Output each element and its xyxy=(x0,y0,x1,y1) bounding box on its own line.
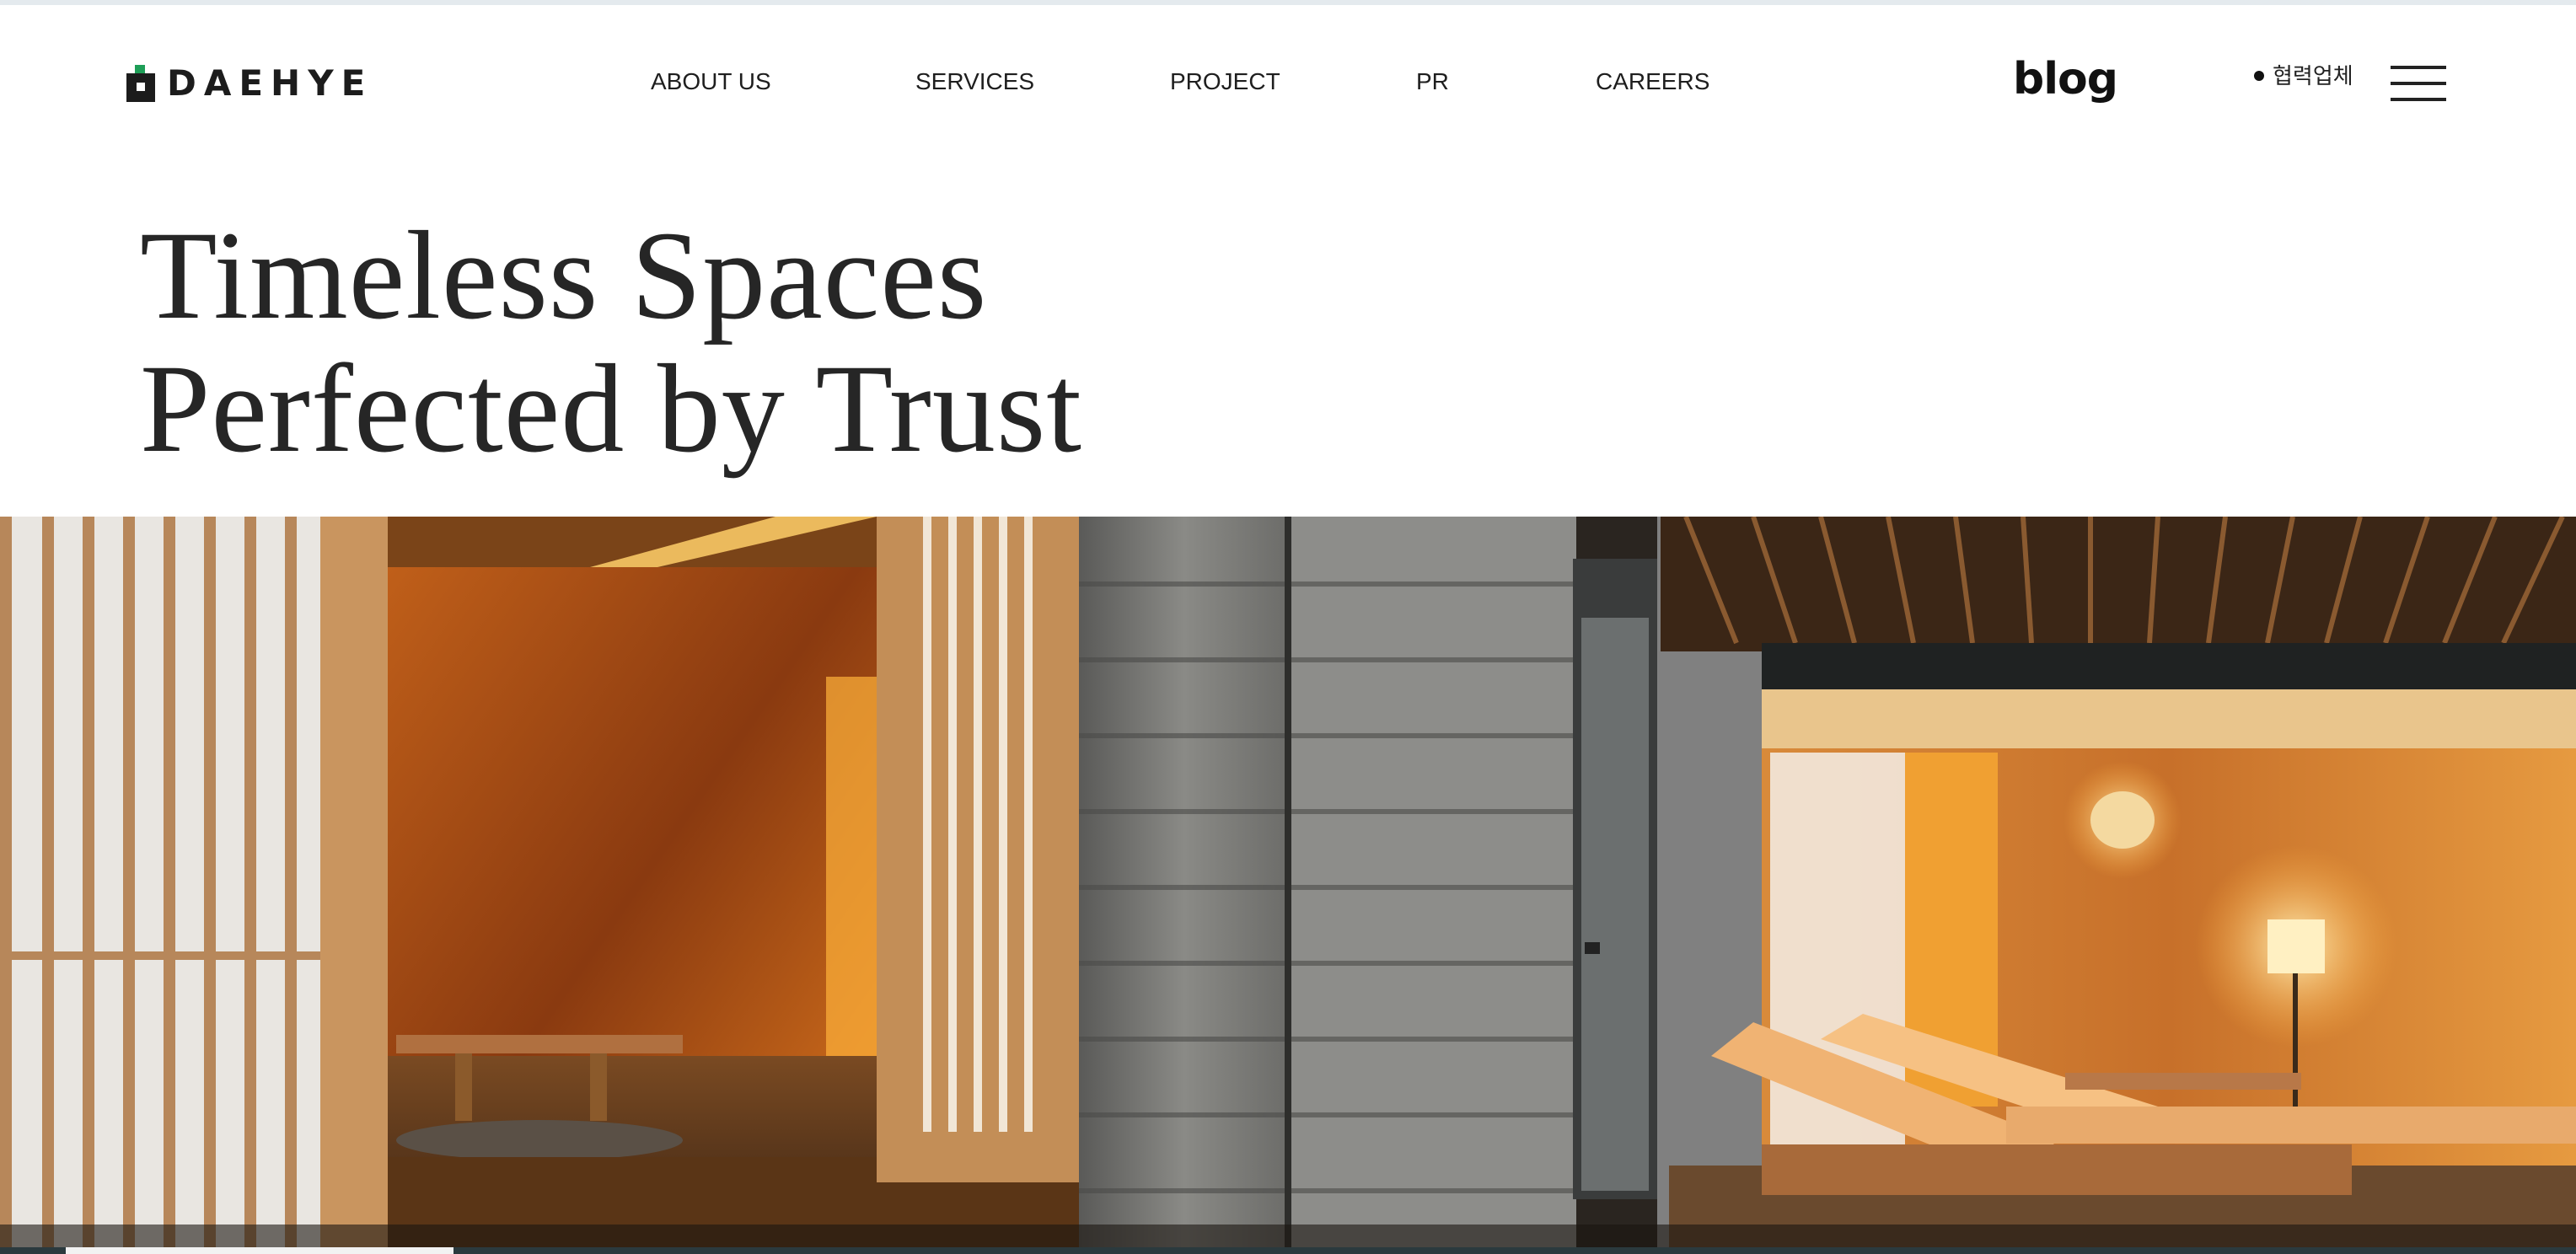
nav-project[interactable]: PROJECT xyxy=(1170,64,1280,99)
hero-title-line-1: Timeless Spaces xyxy=(140,206,988,346)
hero-image xyxy=(0,517,2576,1249)
slider-progress-bar xyxy=(0,1247,2576,1254)
brand-logo[interactable]: DAEHYE xyxy=(126,62,373,104)
bullet-dot-icon xyxy=(2254,71,2264,81)
blog-link[interactable]: blog xyxy=(2013,52,2118,106)
logo-mark-icon xyxy=(126,65,157,102)
brand-name: DAEHYE xyxy=(167,62,373,104)
hero-title: Timeless Spaces Perfected by Trust xyxy=(140,209,1082,475)
partner-link[interactable]: 협력업체 xyxy=(2254,61,2353,91)
site-header: DAEHYE ABOUT US SERVICES PROJECT PR CARE… xyxy=(0,5,2576,153)
interior-photo-illustration xyxy=(0,517,2576,1249)
nav-careers[interactable]: CAREERS xyxy=(1596,64,1709,99)
nav-about-us[interactable]: ABOUT US xyxy=(651,64,771,99)
nav-services[interactable]: SERVICES xyxy=(915,64,1034,99)
hamburger-menu-icon[interactable] xyxy=(2391,64,2446,103)
nav-pr[interactable]: PR xyxy=(1416,64,1449,99)
hero-title-line-2: Perfected by Trust xyxy=(140,339,1082,479)
slider-progress-fill xyxy=(66,1247,453,1254)
partner-label: 협력업체 xyxy=(2273,63,2353,88)
